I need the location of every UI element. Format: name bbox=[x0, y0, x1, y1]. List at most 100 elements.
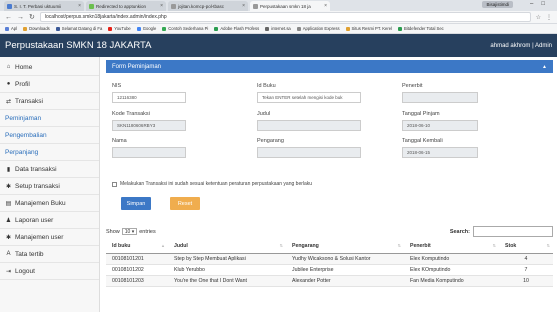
forward-icon[interactable]: → bbox=[17, 14, 24, 21]
bookmark-item[interactable]: Contoh Sederhana Pi bbox=[162, 26, 208, 31]
cell-id-buku: 00108101202 bbox=[106, 264, 168, 276]
cell-stok: 7 bbox=[499, 264, 553, 276]
app-brand[interactable]: Perpustakaan SMKN 18 JAKARTA bbox=[5, 40, 151, 51]
bookmark-item[interactable]: Bitdefender Total Sec bbox=[398, 26, 444, 31]
tab-label: S. I. T. Perbasi uktuumii bbox=[14, 3, 62, 9]
idbuku-input[interactable]: Tekan ENTER setelah mengisi kode buk bbox=[257, 92, 361, 103]
column-header-pengarang[interactable]: Pengarang ⇅ bbox=[286, 240, 404, 254]
url-input[interactable]: localhost/perpus.smkn18jakarta/index.adm… bbox=[39, 12, 531, 22]
bookmark-item[interactable]: internet.sa bbox=[265, 26, 291, 31]
reset-button[interactable]: Reset bbox=[170, 197, 200, 210]
close-icon[interactable]: × bbox=[324, 3, 327, 9]
nis-label: NIS bbox=[112, 83, 122, 89]
close-icon[interactable]: × bbox=[242, 3, 245, 9]
gear-icon: ✱ bbox=[5, 234, 12, 241]
sidebar-item-setup-transaksi[interactable]: ✱ Setup transaksi bbox=[0, 178, 99, 195]
browser-tab-strip: S. I. T. Perbasi uktuumii × Redirected t… bbox=[0, 0, 557, 11]
close-icon[interactable]: × bbox=[160, 3, 163, 9]
main-content: Form Peminjaman ▲ NIS 12116380 Id Buku T… bbox=[100, 57, 557, 312]
save-button[interactable]: Simpan bbox=[121, 197, 151, 210]
sort-icon: ⇅ bbox=[279, 243, 283, 249]
browser-tab-2[interactable]: Redirected to apptunkion × bbox=[86, 1, 166, 11]
tab-favicon bbox=[7, 3, 12, 9]
agreement-checkbox[interactable] bbox=[112, 181, 117, 187]
sidebar-item-logout[interactable]: ⇥ Logout bbox=[0, 263, 99, 280]
bookmark-item[interactable]: Application Express bbox=[296, 26, 340, 31]
nis-input[interactable]: 12116380 bbox=[112, 92, 186, 103]
browser-tab-3[interactable]: jojitan.komcp-pol-tbasc × bbox=[168, 1, 248, 11]
window-controls[interactable]: –□ bbox=[530, 1, 553, 7]
bookmark-item[interactable]: YouTube bbox=[108, 26, 131, 31]
search-input[interactable] bbox=[473, 226, 553, 237]
browser-tab-4[interactable]: Perpustakaan smkn 18 ja × bbox=[250, 1, 330, 11]
window-user-badge[interactable]: Bisajistimdi bbox=[482, 1, 513, 8]
bookmark-item[interactable]: Downloads bbox=[23, 26, 50, 31]
gear-icon: ✱ bbox=[5, 183, 12, 190]
star-icon[interactable]: ☆ bbox=[536, 14, 541, 21]
page-icon bbox=[265, 26, 270, 31]
agreement-label: Melakukan Transaksi ini sudah sesuai ket… bbox=[120, 181, 313, 187]
column-header-judul[interactable]: Judul ⇅ bbox=[168, 240, 286, 254]
sort-icon: ⇅ bbox=[397, 243, 401, 249]
pengarang-field bbox=[257, 147, 361, 158]
idbuku-label: Id Buku bbox=[257, 83, 276, 89]
sort-icon: ⇅ bbox=[492, 243, 496, 249]
reload-icon[interactable]: ↻ bbox=[29, 13, 35, 21]
column-header-penerbit[interactable]: Penerbit ⇅ bbox=[404, 240, 499, 254]
page-icon bbox=[345, 26, 350, 31]
sidebar-item-data-transaksi[interactable]: ▮ Data transaksi bbox=[0, 161, 99, 178]
users-icon: ♟ bbox=[5, 217, 12, 224]
bookmark-item[interactable]: Google bbox=[136, 26, 156, 31]
page-length-select[interactable]: 10 ▾ bbox=[121, 228, 138, 235]
tab-label: jojitan.komcp-pol-tbasc bbox=[178, 3, 225, 9]
tanggal-pinjam-label: Tanggal Pinjam bbox=[402, 111, 440, 117]
table-row[interactable]: 00108101202 Klub Yerubbo Jubilee Enterpr… bbox=[106, 264, 553, 276]
nama-label: Nama bbox=[112, 138, 127, 144]
youtube-icon bbox=[108, 26, 113, 31]
bookmark-item[interactable]: Situs Resmi PT. Kerel bbox=[345, 26, 392, 31]
column-header-stok[interactable]: Stok ⇅ bbox=[499, 240, 553, 254]
facebook-icon bbox=[55, 26, 60, 31]
cell-pengarang: Alexander Potter bbox=[286, 275, 404, 287]
tanggal-kembali-field: 2018-06-15 bbox=[402, 147, 478, 158]
sidebar-item-manajemen-user[interactable]: ✱ Manajemen user bbox=[0, 229, 99, 246]
cell-judul: Step by Step Membuat Aplikasi bbox=[168, 253, 286, 265]
back-icon[interactable]: ← bbox=[5, 14, 12, 21]
column-header-id-buku[interactable]: Id buku ▲ bbox=[106, 240, 168, 254]
sidebar-item-tata-tertib[interactable]: A Tata tertib bbox=[0, 246, 99, 263]
sidebar-item-profil[interactable]: ● Profil bbox=[0, 76, 99, 93]
close-icon[interactable]: × bbox=[78, 3, 81, 9]
table-row[interactable]: 00108101201 Step by Step Membuat Aplikas… bbox=[106, 253, 553, 265]
user-menu[interactable]: ahmad akhrom | Admin bbox=[490, 43, 552, 49]
kode-transaksi-label: Kode Transaksi bbox=[112, 111, 150, 117]
sidebar-item-manajemen-buku[interactable]: ▤ Manajemen Buku bbox=[0, 195, 99, 212]
sidebar-item-perpanjang[interactable]: Perpanjang bbox=[0, 144, 99, 161]
bookmark-item[interactable]: Adobe Flash Profess bbox=[214, 26, 259, 31]
sidebar-item-pengembalian[interactable]: Pengembalian bbox=[0, 127, 99, 144]
sidebar-item-home[interactable]: ⌂ Home bbox=[0, 59, 99, 76]
table-row[interactable]: 00108101203 You're the One that I Dont W… bbox=[106, 275, 553, 287]
menu-icon[interactable]: ⋮ bbox=[546, 14, 552, 21]
sidebar-item-peminjaman[interactable]: Peminjaman bbox=[0, 110, 99, 127]
app-header: Perpustakaan SMKN 18 JAKARTA ahmad akhro… bbox=[0, 34, 557, 57]
cell-stok: 10 bbox=[499, 275, 553, 287]
exchange-icon: ⇄ bbox=[5, 98, 12, 105]
sort-icon: ⇅ bbox=[546, 243, 550, 249]
books-table: Id buku ▲ Judul ⇅ Pengarang ⇅ Penerbit ⇅ Sto… bbox=[106, 240, 553, 287]
collapse-icon[interactable]: ▲ bbox=[542, 64, 547, 70]
logout-icon: ⇥ bbox=[5, 268, 12, 275]
sidebar-item-laporan-user[interactable]: ♟ Laporan user bbox=[0, 212, 99, 229]
page-length-control: Show 10 ▾ entries bbox=[106, 228, 156, 235]
sort-up-icon: ▲ bbox=[161, 243, 165, 249]
agreement-checkbox-row[interactable]: Melakukan Transaksi ini sudah sesuai ket… bbox=[112, 181, 312, 187]
sidebar-item-transaksi[interactable]: ⇄ Transaksi bbox=[0, 93, 99, 110]
bookmark-item[interactable]: Selamat Datang di Fa bbox=[55, 26, 102, 31]
user-icon: ● bbox=[6, 81, 11, 87]
tab-favicon bbox=[89, 3, 94, 9]
page-icon bbox=[398, 26, 403, 31]
cell-penerbit: Fan Media Komputindo bbox=[404, 275, 499, 287]
browser-tab-1[interactable]: S. I. T. Perbasi uktuumii × bbox=[4, 1, 84, 11]
folder-icon bbox=[23, 26, 28, 31]
search-label: Search: bbox=[449, 228, 470, 235]
bookmark-item[interactable]: Apl bbox=[5, 26, 17, 31]
